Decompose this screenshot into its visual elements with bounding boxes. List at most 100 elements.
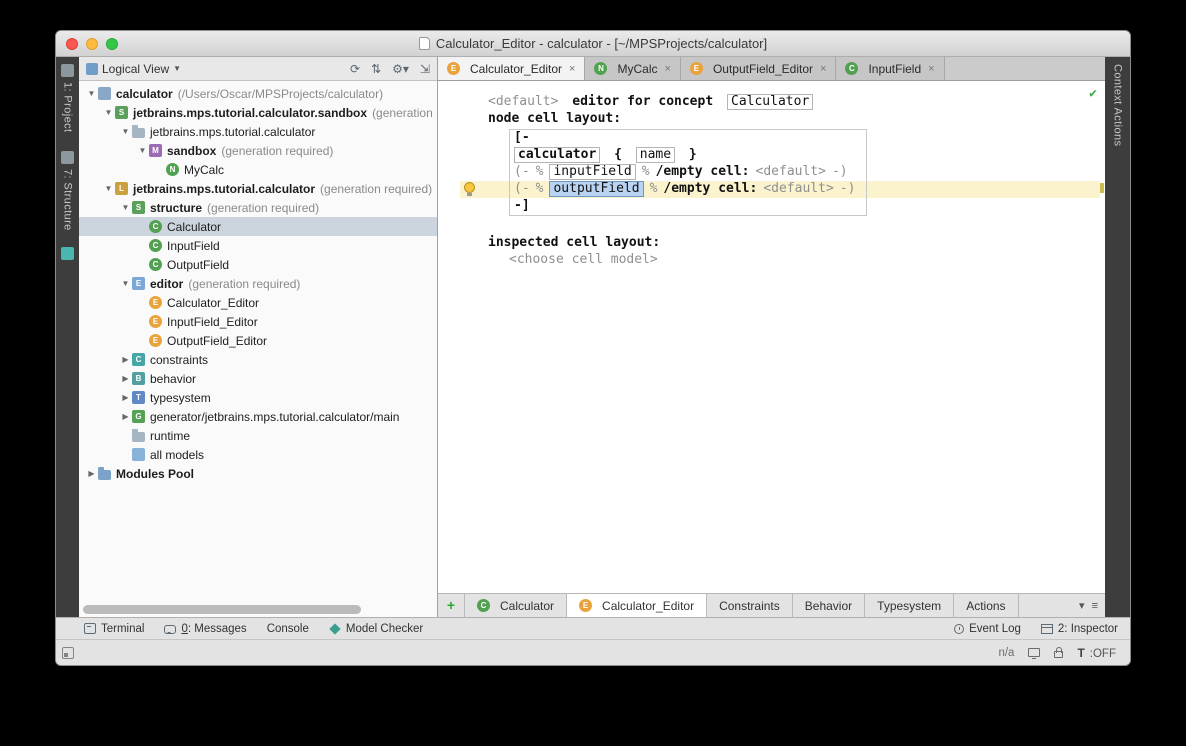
error-stripe-mark[interactable] xyxy=(1100,183,1104,193)
tree-item[interactable]: ▶Ttypesystem xyxy=(79,388,437,407)
chevron-down-icon[interactable]: ▾ xyxy=(1079,599,1085,612)
constraints-aspect-icon: C xyxy=(132,353,145,366)
editor-content: <default> editor for concept Calculator … xyxy=(438,81,1105,268)
tree-item[interactable]: ▶Modules Pool xyxy=(79,464,437,483)
tree-item[interactable]: ▼Sjetbrains.mps.tutorial.calculator.sand… xyxy=(79,103,437,122)
cell-layout-block[interactable]: [- calculator { name } (-%inputField%/em… xyxy=(509,129,867,216)
default-cell[interactable]: <default> xyxy=(763,181,833,196)
tree-item[interactable]: EOutputField_Editor xyxy=(79,331,437,350)
tool-stripe-button[interactable]: 1: Project xyxy=(61,57,74,144)
intention-bulb-icon[interactable] xyxy=(464,182,475,193)
tree-item[interactable]: ▶Cconstraints xyxy=(79,350,437,369)
expand-icon[interactable]: ▶ xyxy=(119,412,132,421)
collapse-icon[interactable]: ▼ xyxy=(85,89,98,98)
tree-item[interactable]: ▼Eeditor(generation required) xyxy=(79,274,437,293)
collapse-icon[interactable]: ▼ xyxy=(119,203,132,212)
tool-window-button[interactable]: 0: Messages xyxy=(164,623,246,635)
concept-reference-cell[interactable]: Calculator xyxy=(727,94,813,110)
tree-item[interactable]: ▼Msandbox(generation required) xyxy=(79,141,437,160)
tree-item[interactable]: ▼calculator(/Users/Oscar/MPSProjects/cal… xyxy=(79,84,437,103)
property-cell[interactable]: name xyxy=(636,147,675,163)
paren-open-cell: (- xyxy=(514,181,530,196)
titlebar[interactable]: Calculator_Editor - calculator - [~/MPSP… xyxy=(56,31,1130,57)
tree-item[interactable]: ▼Sstructure(generation required) xyxy=(79,198,437,217)
expand-icon[interactable]: ▶ xyxy=(119,355,132,364)
aspect-tab-label: Calculator_Editor xyxy=(602,599,694,613)
tree-item[interactable]: CInputField xyxy=(79,236,437,255)
tree-item[interactable]: EInputField_Editor xyxy=(79,312,437,331)
tree-item[interactable]: NMyCalc xyxy=(79,160,437,179)
tree-item[interactable]: ▼jetbrains.mps.tutorial.calculator xyxy=(79,122,437,141)
collection-open-cell[interactable]: [- xyxy=(514,130,530,145)
editor-tab[interactable]: NMyCalc× xyxy=(585,57,680,80)
close-window-button[interactable] xyxy=(66,38,78,50)
choose-cell-model-cell[interactable]: <choose cell model> xyxy=(509,252,658,267)
tree-item[interactable]: ECalculator_Editor xyxy=(79,293,437,312)
editor-tab[interactable]: EOutputField_Editor× xyxy=(681,57,837,80)
aspect-tab[interactable]: Typesystem xyxy=(865,594,954,617)
aspect-tab[interactable]: Behavior xyxy=(793,594,865,617)
caret-position[interactable]: n/a xyxy=(998,647,1014,659)
tree-item[interactable]: ▶Bbehavior xyxy=(79,369,437,388)
close-icon[interactable]: × xyxy=(928,63,934,75)
collapse-all-icon[interactable]: ⇅ xyxy=(371,63,381,75)
collection-close-cell[interactable]: -] xyxy=(514,198,530,213)
frame-lock-icon[interactable] xyxy=(1028,648,1040,657)
view-selector[interactable]: Logical View xyxy=(102,62,169,76)
tree-item[interactable]: ▼Ljetbrains.mps.tutorial.calculator(gene… xyxy=(79,179,437,198)
link-reference-cell[interactable]: outputField xyxy=(549,181,643,197)
tool-window-button[interactable]: Event Log xyxy=(954,623,1021,635)
write-lock-icon[interactable] xyxy=(1054,651,1063,658)
editor-tab[interactable]: ECalculator_Editor× xyxy=(438,57,585,80)
default-cell[interactable]: <default> xyxy=(756,164,826,179)
collapse-icon[interactable]: ▼ xyxy=(102,184,115,193)
horizontal-scrollbar[interactable] xyxy=(83,605,361,614)
zoom-window-button[interactable] xyxy=(106,38,118,50)
close-icon[interactable]: × xyxy=(665,63,671,75)
tool-window-button[interactable]: 2: Inspector xyxy=(1041,623,1118,635)
aspect-tab[interactable]: CCalculator xyxy=(464,594,567,617)
tool-stripe-button[interactable]: 7: Structure xyxy=(61,144,74,243)
tree-item[interactable]: all models xyxy=(79,445,437,464)
tool-stripe-button[interactable]: Context Actions xyxy=(1112,57,1124,158)
collapse-icon[interactable]: ▼ xyxy=(119,279,132,288)
editor-header-line: <default> editor for concept Calculator xyxy=(488,93,1105,110)
typesystem-toggle-state: :OFF xyxy=(1090,648,1116,660)
tool-window-button[interactable]: Terminal xyxy=(84,623,144,635)
collapse-icon[interactable]: ▼ xyxy=(119,127,132,136)
hierarchy-icon[interactable] xyxy=(61,247,74,260)
concept-name-cell[interactable]: calculator xyxy=(514,147,600,163)
tree-item[interactable]: COutputField xyxy=(79,255,437,274)
expand-icon[interactable]: ▶ xyxy=(119,374,132,383)
traffic-lights xyxy=(66,38,118,50)
paren-open-cell: (- xyxy=(514,164,530,179)
tree-item[interactable]: runtime xyxy=(79,426,437,445)
add-aspect-button[interactable]: + xyxy=(438,594,464,617)
minimize-window-button[interactable] xyxy=(86,38,98,50)
tool-window-button[interactable]: Model Checker xyxy=(329,623,423,635)
typesystem-aspect-icon: T xyxy=(132,391,145,404)
expand-icon[interactable]: ▶ xyxy=(85,469,98,478)
expand-icon[interactable]: ▶ xyxy=(119,393,132,402)
close-icon[interactable]: × xyxy=(820,63,826,75)
sync-icon[interactable]: ⟳ xyxy=(350,63,360,75)
tab-list-icon[interactable]: ≡ xyxy=(1092,600,1098,612)
close-icon[interactable]: × xyxy=(569,63,575,75)
collapse-icon[interactable]: ▼ xyxy=(102,108,115,117)
collapse-icon[interactable]: ▼ xyxy=(136,146,149,155)
aspect-tab[interactable]: Actions xyxy=(954,594,1018,617)
tool-window-button[interactable]: Console xyxy=(267,623,309,635)
tool-buttons-toggle-icon[interactable] xyxy=(62,647,74,659)
editor[interactable]: ✔ <default> editor for concept Calculato… xyxy=(438,81,1105,593)
editor-modifier-cell[interactable]: <default> xyxy=(488,94,558,109)
aspect-tab[interactable]: ECalculator_Editor xyxy=(567,594,707,617)
editor-tab[interactable]: CInputField× xyxy=(836,57,944,80)
hide-panel-icon[interactable]: ⇲ xyxy=(420,63,430,75)
tree-item[interactable]: CCalculator xyxy=(79,217,437,236)
link-reference-cell[interactable]: inputField xyxy=(549,164,635,180)
tree-item[interactable]: ▶Ggenerator/jetbrains.mps.tutorial.calcu… xyxy=(79,407,437,426)
tree-item-suffix: (generation required) xyxy=(320,182,432,196)
aspect-tab[interactable]: Constraints xyxy=(707,594,793,617)
typesystem-toggle[interactable]: T:OFF xyxy=(1077,646,1116,660)
settings-icon[interactable]: ⚙▾ xyxy=(392,63,409,75)
